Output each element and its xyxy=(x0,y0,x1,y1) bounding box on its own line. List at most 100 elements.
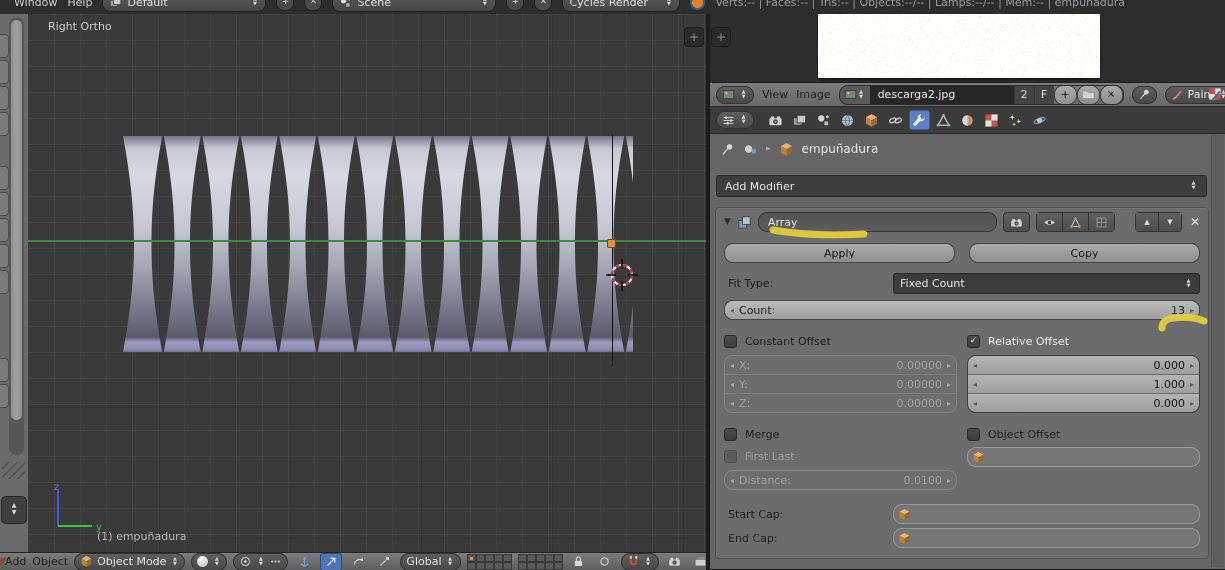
tool-shelf-button[interactable] xyxy=(0,270,9,294)
image-datablock-selector[interactable]: ▲▼ xyxy=(840,86,870,104)
tool-shelf-button[interactable] xyxy=(0,34,9,58)
tool-shelf-scrollbar-thumb[interactable] xyxy=(11,20,22,420)
tab-constraints[interactable] xyxy=(885,110,906,130)
apply-button[interactable]: Apply xyxy=(724,243,955,263)
tool-shelf-button[interactable] xyxy=(0,112,9,136)
unlink-image-button[interactable]: ✕ xyxy=(1100,85,1123,105)
snap-selector[interactable]: ▲▼ xyxy=(621,553,659,570)
lock-to-scene-button[interactable] xyxy=(569,554,589,570)
tool-shelf-button[interactable] xyxy=(0,60,9,84)
layers-group-2[interactable] xyxy=(518,554,563,570)
object-origin-dot[interactable] xyxy=(607,239,616,248)
new-image-button[interactable]: + xyxy=(1054,85,1077,105)
constant-z-field[interactable]: ◂ Z: 0.00000 ▸ xyxy=(725,393,956,412)
opengl-render-anim-button[interactable] xyxy=(691,554,706,570)
relative-y-field[interactable]: ◂ 1.000 ▸ xyxy=(968,374,1199,393)
viewport-shading-selector[interactable]: ▲▼ xyxy=(191,553,227,570)
screen-layout-selector[interactable]: Default ▲▼ xyxy=(102,0,266,12)
tool-shelf-button[interactable] xyxy=(0,384,9,408)
decrement-icon[interactable]: ◂ xyxy=(730,306,734,315)
image-name-field[interactable]: descarga2.jpg xyxy=(870,86,1014,104)
increment-icon[interactable]: ▸ xyxy=(1190,306,1194,315)
array-mesh-object[interactable] xyxy=(123,136,633,355)
tool-shelf-button[interactable] xyxy=(0,192,9,216)
relative-z-field[interactable]: ◂ 0.000 ▸ xyxy=(968,393,1199,412)
menu-view[interactable]: View xyxy=(762,88,788,101)
delete-layout-button[interactable]: ✕ xyxy=(304,0,322,11)
move-modifier-up-button[interactable]: ▲ xyxy=(1135,212,1159,232)
offset-object-selector[interactable] xyxy=(967,447,1200,467)
paint-mask-button[interactable] xyxy=(1205,87,1225,103)
tool-shelf-button[interactable] xyxy=(0,358,9,382)
uv-properties-expand-button[interactable]: + xyxy=(711,27,731,47)
end-cap-selector[interactable] xyxy=(893,528,1200,548)
opengl-render-button[interactable] xyxy=(665,554,685,570)
panel-resize-grip[interactable] xyxy=(2,462,25,479)
tool-shelf-button[interactable] xyxy=(0,218,9,242)
properties-scrollbar[interactable] xyxy=(1211,135,1224,567)
relative-x-field[interactable]: ◂ 0.000 ▸ xyxy=(968,356,1199,374)
start-cap-selector[interactable] xyxy=(893,504,1200,524)
viewport-visibility-toggle[interactable] xyxy=(1036,212,1063,232)
object-offset-checkbox[interactable] xyxy=(967,428,980,441)
editor-type-selector[interactable]: ▲▼ xyxy=(716,111,754,129)
fake-user-button[interactable]: F xyxy=(1034,86,1054,104)
tab-object-data[interactable] xyxy=(933,110,954,130)
editor-type-selector[interactable]: ▲▼ xyxy=(716,86,754,104)
render-visibility-toggle[interactable] xyxy=(1003,212,1030,232)
tab-modifiers[interactable] xyxy=(909,110,930,130)
mode-selector[interactable]: Object Mode ▲▼ xyxy=(74,553,185,570)
transform-orientation-selector[interactable]: Global ▲▼ xyxy=(400,553,460,570)
translate-manipulator-button[interactable] xyxy=(320,553,342,570)
menu-window[interactable]: Window xyxy=(14,0,57,9)
delete-scene-button[interactable]: ✕ xyxy=(534,0,552,11)
3d-cursor[interactable] xyxy=(600,253,644,297)
pin-image-button[interactable] xyxy=(1132,86,1157,104)
add-scene-button[interactable]: + xyxy=(506,0,524,11)
manipulator-toggle-button[interactable] xyxy=(294,554,314,570)
rotate-manipulator-button[interactable] xyxy=(348,554,368,570)
tab-object[interactable] xyxy=(861,110,882,130)
viewport-properties-expand-button[interactable]: + xyxy=(684,27,704,47)
add-modifier-dropdown[interactable]: Add Modifier ▲▼ xyxy=(716,175,1207,197)
delete-modifier-button[interactable]: ✕ xyxy=(1190,215,1200,229)
tool-shelf-button[interactable] xyxy=(0,166,9,190)
collapsed-panel-spinner[interactable]: ▲▼ xyxy=(1,496,27,524)
3d-viewport[interactable]: Right Ortho + xyxy=(28,14,706,552)
expand-panel-icon[interactable]: ▼ xyxy=(724,217,731,227)
menu-object[interactable]: Object xyxy=(32,555,68,568)
tool-shelf-button[interactable] xyxy=(0,244,9,268)
render-engine-selector[interactable]: Cycles Render ▲▼ xyxy=(562,0,680,12)
tab-texture[interactable] xyxy=(981,110,1002,130)
menu-help[interactable]: Help xyxy=(67,0,92,9)
merge-checkbox[interactable] xyxy=(724,428,737,441)
add-layout-button[interactable]: + xyxy=(276,0,294,11)
edit-mode-display-toggle[interactable] xyxy=(1063,212,1089,232)
scene-selector[interactable]: Scene ▲▼ xyxy=(332,0,496,12)
menu-add[interactable]: Add xyxy=(5,555,26,568)
open-image-button[interactable] xyxy=(1077,85,1100,105)
scale-manipulator-button[interactable] xyxy=(374,554,394,570)
cage-display-toggle[interactable] xyxy=(1089,212,1115,232)
constant-y-field[interactable]: ◂ Y: 0.00000 ▸ xyxy=(725,374,956,393)
menu-image[interactable]: Image xyxy=(796,88,830,101)
pivot-point-selector[interactable]: ▲▼ xyxy=(233,553,288,570)
pin-icon[interactable] xyxy=(720,142,735,157)
constant-offset-checkbox[interactable] xyxy=(724,335,737,348)
tool-shelf-button[interactable] xyxy=(0,86,9,110)
tab-material[interactable] xyxy=(957,110,978,130)
tab-render-layers[interactable] xyxy=(789,110,810,130)
tab-world[interactable] xyxy=(837,110,858,130)
modifier-name-field[interactable]: Array xyxy=(758,212,997,232)
uv-image-editor[interactable]: + xyxy=(710,14,1225,82)
copy-button[interactable]: Copy xyxy=(969,243,1200,263)
move-modifier-down-button[interactable]: ▼ xyxy=(1159,212,1182,232)
constant-x-field[interactable]: ◂ X: 0.00000 ▸ xyxy=(725,356,956,374)
merge-distance-field[interactable]: ◂ Distance: 0.0100 ▸ xyxy=(724,470,957,490)
tab-particles[interactable] xyxy=(1005,110,1026,130)
tab-physics[interactable] xyxy=(1029,110,1050,130)
layers-group-1[interactable] xyxy=(467,554,512,570)
relative-offset-checkbox[interactable]: ✓ xyxy=(967,335,980,348)
image-users-button[interactable]: 2 xyxy=(1014,86,1034,104)
fit-type-dropdown[interactable]: Fixed Count ▲▼ xyxy=(893,273,1200,294)
